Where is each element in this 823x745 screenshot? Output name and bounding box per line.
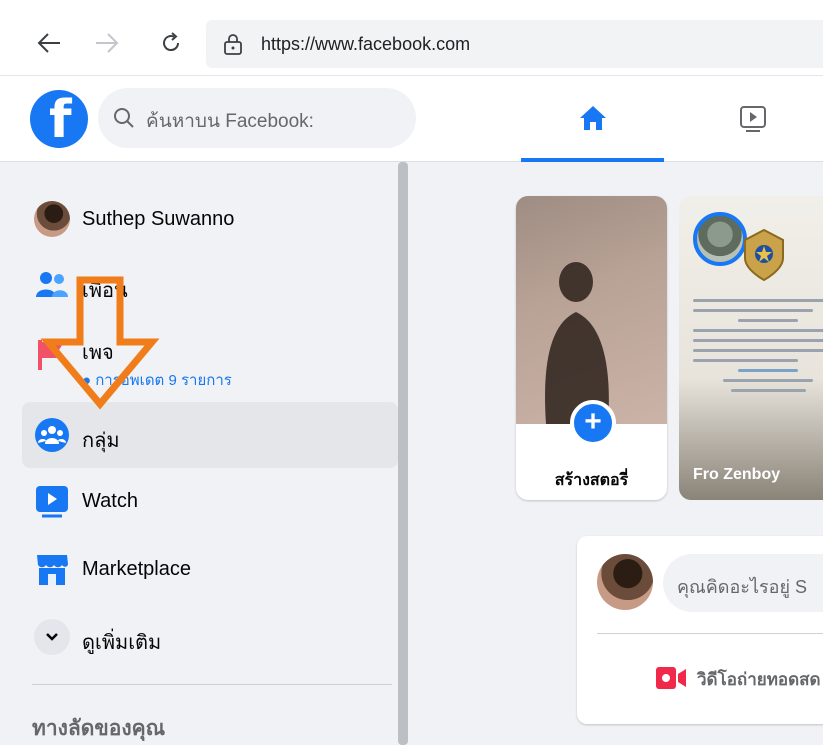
avatar [34,201,70,237]
sidebar-item-profile[interactable]: Suthep Suwanno [22,186,398,252]
search-placeholder: ค้นหาบน Facebook: [146,111,314,132]
url-text[interactable]: https://www.facebook.com [261,34,470,55]
search-input[interactable]: ค้นหาบน Facebook: [98,88,416,148]
composer-placeholder: คุณคิดอะไรอยู่ S [677,577,808,597]
groups-icon [35,418,69,452]
shortcuts-heading: ทางลัดของคุณ [32,717,166,740]
sidebar-item-label: Watch [82,490,138,512]
sidebar-item-label: Suthep Suwanno [82,208,235,230]
home-icon [580,106,606,130]
emblem-image [744,228,784,282]
shadow-figure-image [545,262,609,424]
sidebar-item-watch[interactable]: Watch [22,468,398,534]
post-composer: คุณคิดอะไรอยู่ S วิดีโอถ่ายทอดสด [577,536,823,724]
marketplace-icon [37,555,68,585]
back-arrow-icon[interactable] [34,28,64,58]
create-story-card[interactable]: + สร้างสตอรี่ [516,196,667,500]
sidebar-scrollbar[interactable] [398,162,408,745]
friend-story-card[interactable]: Fro Zenboy [679,196,823,500]
address-bar[interactable]: https://www.facebook.com [206,20,823,68]
sidebar-item-label: ดูเพิ่มเติม [82,632,162,654]
facebook-logo[interactable]: f [30,90,88,148]
sidebar-divider [32,684,392,685]
browser-toolbar: https://www.facebook.com [0,0,823,76]
active-tab-indicator [521,158,664,162]
live-video-label: วิดีโอถ่ายทอดสด [697,670,821,689]
add-story-button[interactable]: + [570,400,616,446]
search-icon [114,108,134,128]
chevron-down-icon [34,619,70,655]
reload-icon[interactable] [156,28,186,58]
forward-arrow-icon[interactable] [92,28,122,58]
nav-tab-home[interactable] [521,76,664,162]
sidebar-item-see-more[interactable]: ดูเพิ่มเติม [22,604,398,670]
story-photo [516,196,667,424]
document-preview [693,292,823,399]
watch-icon [740,106,766,132]
live-video-icon [656,667,686,689]
live-video-button[interactable]: วิดีโอถ่ายทอดสด [655,662,823,694]
facebook-header: f ค้นหาบน Facebook: [0,76,823,162]
sidebar-item-label: Marketplace [82,558,191,580]
avatar[interactable] [597,554,653,610]
nav-tab-watch[interactable] [700,76,810,162]
composer-divider [597,633,823,634]
watch-icon [36,486,68,518]
create-story-label: สร้างสตอรี่ [554,472,629,489]
annotation-down-arrow-icon [40,276,160,410]
sidebar-item-marketplace[interactable]: Marketplace [22,536,398,602]
sidebar-item-label: กลุ่ม [82,430,120,452]
story-author-name: Fro Zenboy [693,466,781,483]
whats-on-your-mind-input[interactable]: คุณคิดอะไรอยู่ S [663,554,823,612]
facebook-logo-letter: f [49,90,72,150]
lock-icon[interactable] [222,32,244,56]
